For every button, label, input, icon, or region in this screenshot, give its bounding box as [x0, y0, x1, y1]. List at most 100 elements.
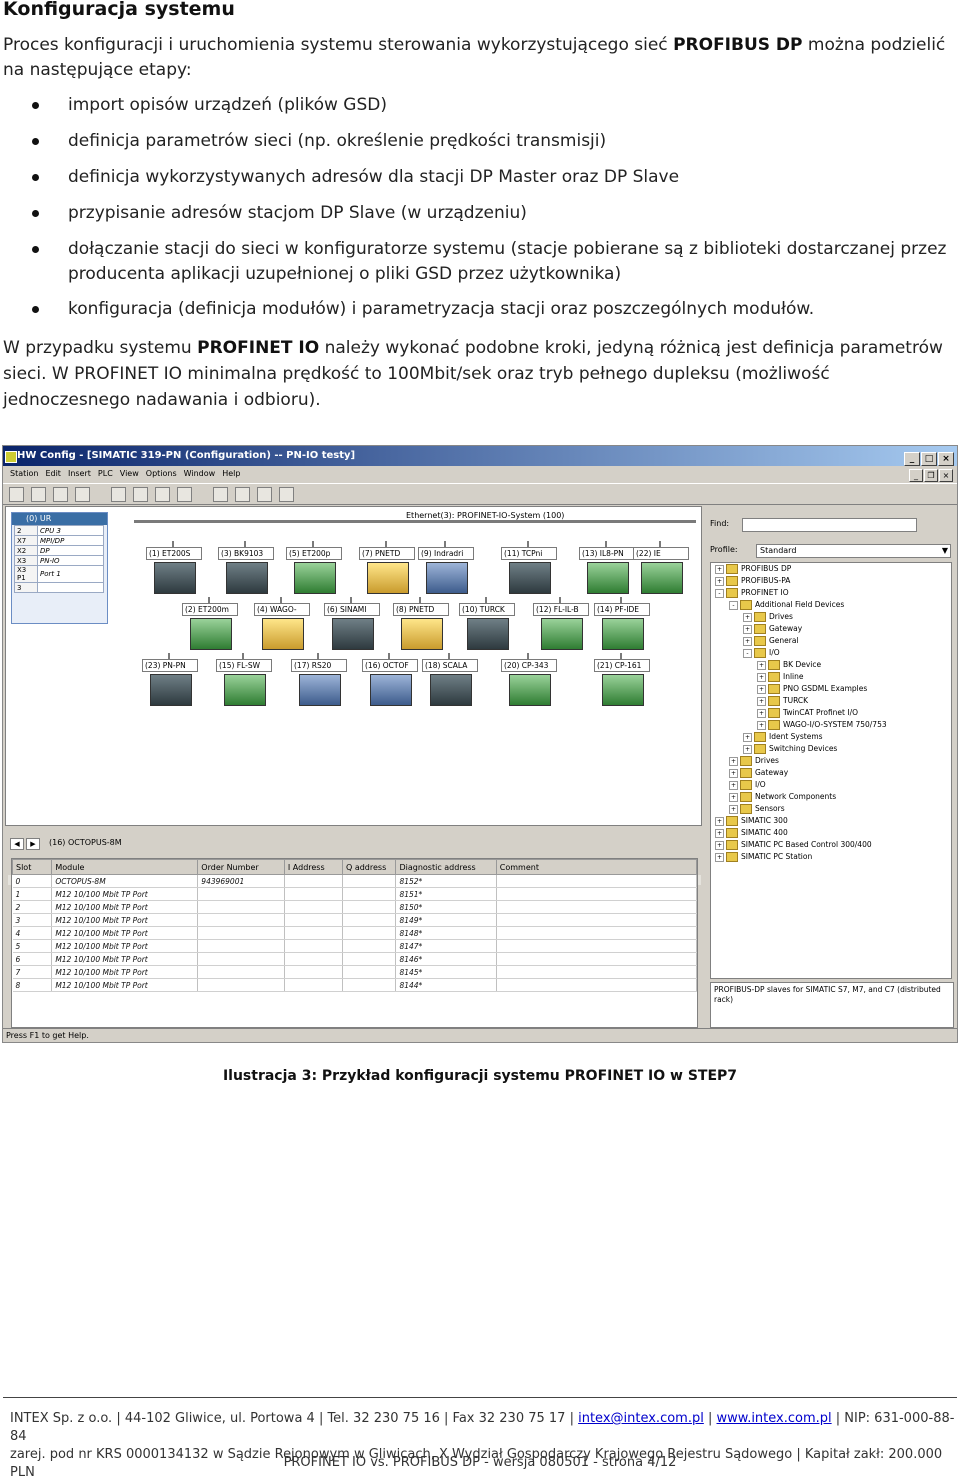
expand-icon[interactable]: +	[743, 636, 752, 646]
io-device[interactable]: (2) ET200m	[182, 597, 238, 651]
tree-node[interactable]: + SIMATIC 400	[711, 827, 951, 839]
tree-node[interactable]: - Additional Field Devices	[711, 599, 951, 611]
catalog-icon[interactable]	[257, 487, 272, 502]
expand-icon[interactable]: +	[757, 672, 766, 682]
maximize-icon[interactable]: □	[921, 452, 937, 466]
tree-node[interactable]: + Ident Systems	[711, 731, 951, 743]
expand-icon[interactable]: +	[743, 732, 752, 742]
collapse-icon[interactable]: -	[715, 588, 724, 598]
tree-node[interactable]: + Gateway	[711, 623, 951, 635]
expand-icon[interactable]: +	[715, 828, 724, 838]
io-device[interactable]: (11) TCPni	[501, 541, 557, 595]
expand-icon[interactable]: +	[715, 816, 724, 826]
station-rack[interactable]: (0) UR 2 CPU 3 X7 MPI/DP X2 DP X3 PN-IO X3 P1 Por…	[11, 512, 108, 624]
tree-node[interactable]: + TwinCAT Profinet I/O	[711, 707, 951, 719]
io-device[interactable]: (16) OCTOF	[362, 653, 418, 707]
io-device[interactable]: (10) TURCK	[459, 597, 515, 651]
close-icon[interactable]: ×	[938, 452, 954, 466]
new-icon[interactable]	[9, 487, 24, 502]
io-device[interactable]: (6) SINAMI	[324, 597, 380, 651]
tree-node[interactable]: + Drives	[711, 611, 951, 623]
io-device[interactable]: (20) CP-343	[501, 653, 557, 707]
expand-icon[interactable]: +	[757, 708, 766, 718]
column-header[interactable]: Comment	[495, 859, 698, 875]
tree-node[interactable]: + Switching Devices	[711, 743, 951, 755]
io-device[interactable]: (12) FL-IL-B	[533, 597, 589, 651]
expand-icon[interactable]: +	[743, 744, 752, 754]
menu-item[interactable]: PLC	[98, 469, 113, 478]
io-device[interactable]: (14) PF-IDE	[594, 597, 650, 651]
rack-row[interactable]: 3	[14, 582, 104, 593]
expand-icon[interactable]: +	[729, 780, 738, 790]
open-icon[interactable]	[31, 487, 46, 502]
io-device[interactable]: (17) RS20	[291, 653, 347, 707]
table-row[interactable]: 2 M12 10/100 Mbit TP Port 8150*	[12, 900, 698, 914]
io-device[interactable]: (13) IL8-PN	[579, 541, 635, 595]
expand-icon[interactable]: +	[757, 696, 766, 706]
expand-icon[interactable]: +	[715, 852, 724, 862]
expand-icon[interactable]: +	[715, 576, 724, 586]
io-device[interactable]: (22) IE	[633, 541, 689, 595]
column-header[interactable]: Diagnostic address	[395, 859, 497, 875]
column-header[interactable]: Slot	[11, 859, 53, 875]
forward-arrow-icon[interactable]: ▶	[26, 838, 40, 850]
find-input[interactable]	[742, 518, 917, 532]
expand-icon[interactable]: +	[743, 624, 752, 634]
paste-icon[interactable]	[155, 487, 170, 502]
rack-row[interactable]: X3 PN-IO	[14, 555, 104, 566]
io-device[interactable]: (3) BK9103	[218, 541, 274, 595]
io-device[interactable]: (8) PNETD	[393, 597, 449, 651]
collapse-icon[interactable]: -	[743, 648, 752, 658]
column-header[interactable]: I Address	[283, 859, 343, 875]
tree-node[interactable]: + WAGO-I/O-SYSTEM 750/753	[711, 719, 951, 731]
tree-node[interactable]: - I/O	[711, 647, 951, 659]
tree-node[interactable]: + Inline	[711, 671, 951, 683]
tree-node[interactable]: + Network Components	[711, 791, 951, 803]
expand-icon[interactable]: +	[757, 684, 766, 694]
help-icon[interactable]	[279, 487, 294, 502]
table-row[interactable]: 1 M12 10/100 Mbit TP Port 8151*	[12, 887, 698, 901]
tree-node[interactable]: + SIMATIC 300	[711, 815, 951, 827]
save-icon[interactable]	[53, 487, 68, 502]
table-row[interactable]: 4 M12 10/100 Mbit TP Port 8148*	[12, 926, 698, 940]
menu-item[interactable]: Help	[222, 469, 240, 478]
table-row[interactable]: 7 M12 10/100 Mbit TP Port 8145*	[12, 965, 698, 979]
expand-icon[interactable]: +	[757, 720, 766, 730]
footer-email-link[interactable]: intex@intex.com.pl	[578, 1411, 704, 1426]
tree-node[interactable]: + I/O	[711, 779, 951, 791]
table-row[interactable]: 6 M12 10/100 Mbit TP Port 8146*	[12, 952, 698, 966]
tree-node[interactable]: + Gateway	[711, 767, 951, 779]
menu-item[interactable]: Station	[10, 469, 38, 478]
expand-icon[interactable]: +	[729, 768, 738, 778]
io-device[interactable]: (7) PNETD	[359, 541, 415, 595]
collapse-icon[interactable]: -	[729, 600, 738, 610]
io-device[interactable]: (18) SCALA	[422, 653, 478, 707]
tree-node[interactable]: + PNO GSDML Examples	[711, 683, 951, 695]
mdi-close-icon[interactable]: ×	[939, 469, 953, 482]
menu-item[interactable]: Window	[184, 469, 216, 478]
menu-item[interactable]: Edit	[45, 469, 61, 478]
upload-icon[interactable]	[213, 487, 228, 502]
tree-node[interactable]: - PROFINET IO	[711, 587, 951, 599]
expand-icon[interactable]: +	[743, 612, 752, 622]
expand-icon[interactable]: +	[729, 756, 738, 766]
column-header[interactable]: Order Number	[197, 859, 285, 875]
profile-select[interactable]: Standard ▼	[756, 544, 951, 558]
rack-row[interactable]: X3 P1 Port 1	[14, 565, 104, 583]
expand-icon[interactable]: +	[715, 564, 724, 574]
menu-item[interactable]: Options	[146, 469, 177, 478]
mdi-minimize-icon[interactable]: _	[909, 469, 923, 482]
mdi-restore-icon[interactable]: ❐	[924, 469, 938, 482]
print-icon[interactable]	[75, 487, 90, 502]
table-row[interactable]: 3 M12 10/100 Mbit TP Port 8149*	[12, 913, 698, 927]
tree-node[interactable]: + General	[711, 635, 951, 647]
expand-icon[interactable]: +	[715, 840, 724, 850]
io-device[interactable]: (15) FL-SW	[216, 653, 272, 707]
tree-node[interactable]: + PROFIBUS DP	[711, 563, 951, 575]
download-icon[interactable]	[177, 487, 192, 502]
rack-row[interactable]: X7 MPI/DP	[14, 535, 104, 546]
io-device[interactable]: (5) ET200p	[286, 541, 342, 595]
minimize-icon[interactable]: _	[904, 452, 920, 466]
column-header[interactable]: Q address	[341, 859, 397, 875]
table-row[interactable]: 0 OCTOPUS-8M 943969001 8152*	[12, 874, 698, 888]
